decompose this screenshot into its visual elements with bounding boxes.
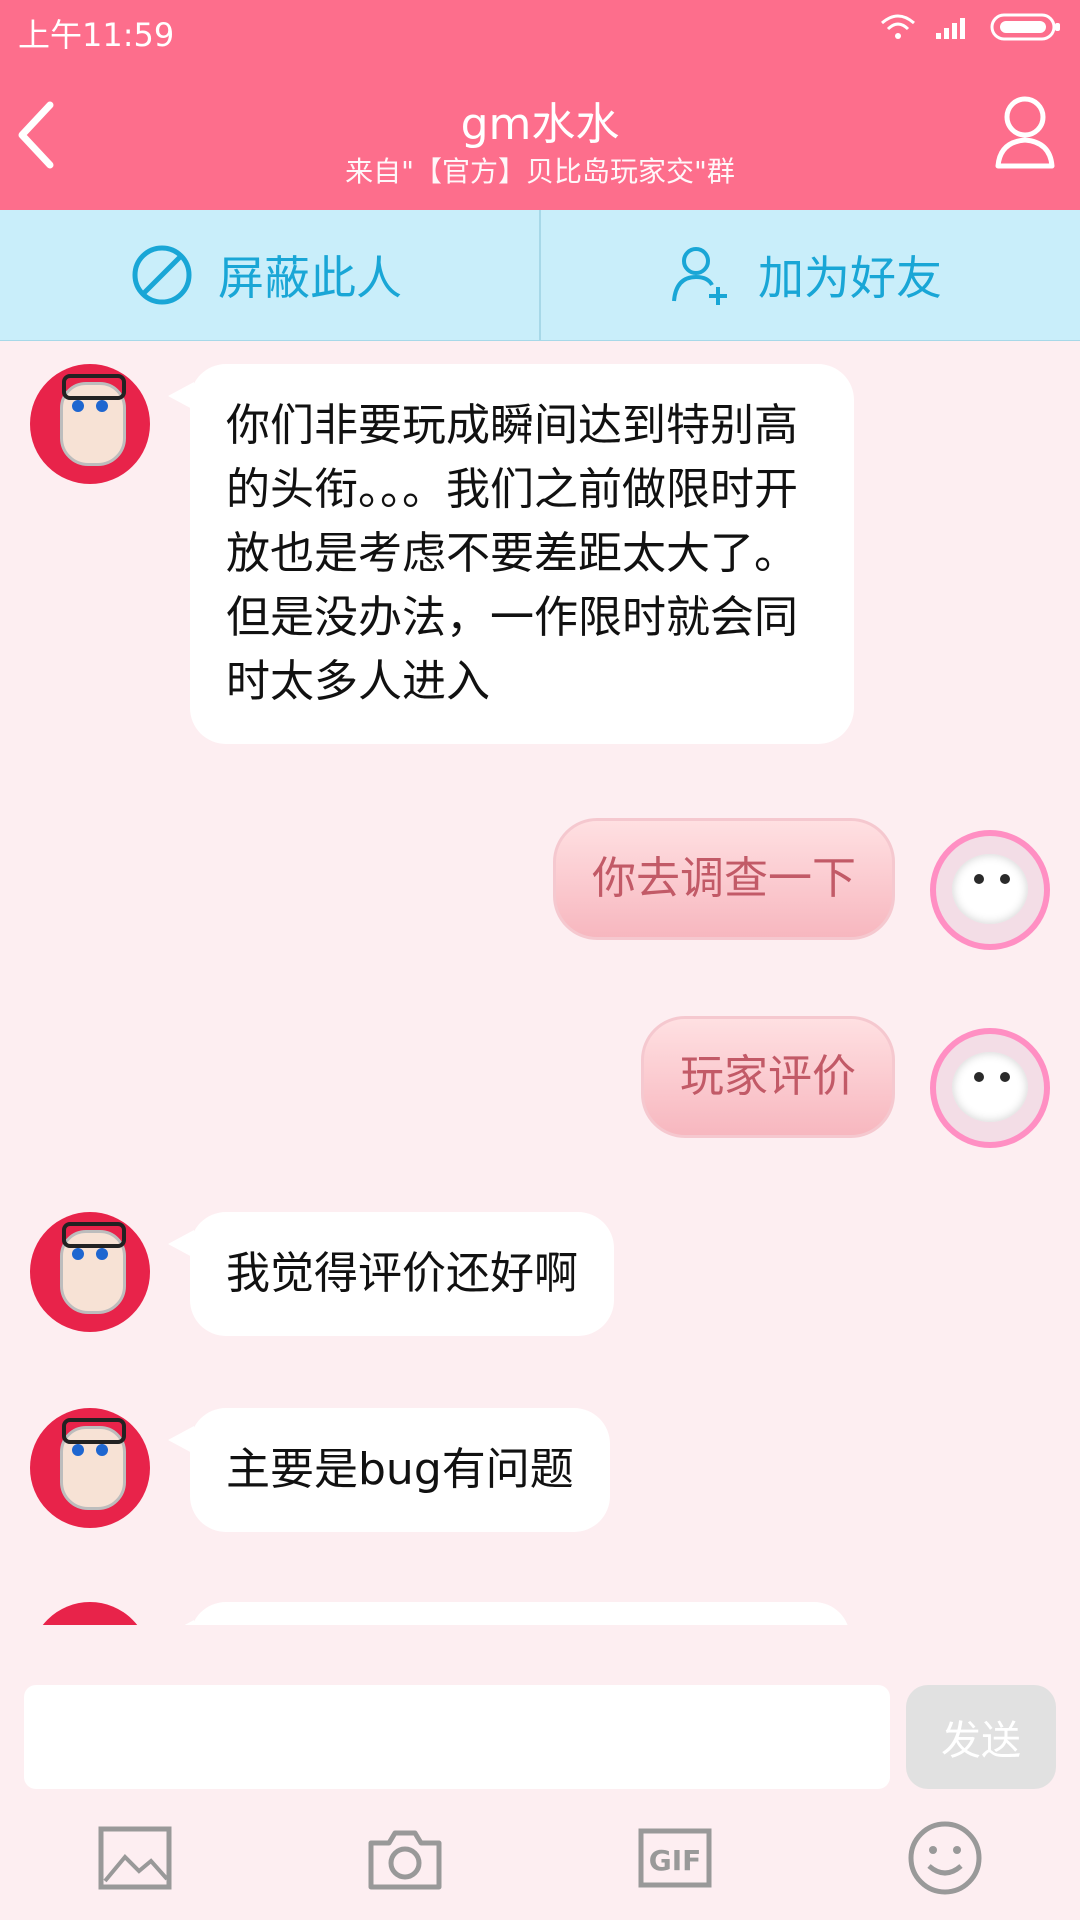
gif-label: GIF <box>649 1844 702 1877</box>
block-user-label: 屏蔽此人 <box>218 251 402 305</box>
avatar[interactable] <box>30 364 150 484</box>
message-bubble[interactable]: 你们非要玩成瞬间达到特别高的头衔。。。我们之前做限时开放也是考虑不要差距太大了。… <box>168 364 854 744</box>
add-friend-icon <box>672 247 727 305</box>
message-bubble[interactable]: 玩家评价 <box>641 1016 895 1138</box>
battery-icon <box>990 13 1060 41</box>
message-bubble[interactable]: 我觉得评价还好啊 <box>168 1212 614 1336</box>
avatar[interactable] <box>930 1028 1050 1148</box>
status-bar: 上午11:59 <box>0 0 1080 60</box>
message-bubble[interactable]: 主要是bug有问题 <box>168 1408 610 1532</box>
action-bar: 屏蔽此人 加为好友 <box>0 210 1080 341</box>
message-bubble[interactable] <box>168 1602 850 1625</box>
chat-title: gm水水 <box>460 99 620 150</box>
emoji-button[interactable] <box>900 1813 990 1903</box>
chat-area[interactable]: 你们非要玩成瞬间达到特别高的头衔。。。我们之前做限时开放也是考虑不要差距太大了。… <box>0 340 1080 1625</box>
image-button[interactable] <box>90 1813 180 1903</box>
status-time: 上午11:59 <box>18 16 175 54</box>
block-user-button[interactable]: 屏蔽此人 <box>130 210 402 340</box>
wifi-icon <box>881 14 915 39</box>
add-friend-label: 加为好友 <box>758 251 942 305</box>
avatar[interactable] <box>930 830 1050 950</box>
message-input[interactable] <box>24 1685 890 1789</box>
chat-header: gm水水 来自"【官方】贝比岛玩家交"群 <box>0 60 1080 210</box>
camera-button[interactable] <box>360 1813 450 1903</box>
camera-icon <box>368 1830 442 1889</box>
input-bar: 发送 <box>0 1625 1080 1795</box>
message-bubble[interactable]: 你去调查一下 <box>553 818 895 940</box>
avatar[interactable] <box>30 1408 150 1528</box>
profile-icon[interactable] <box>990 92 1060 172</box>
image-icon <box>98 1826 172 1889</box>
avatar[interactable] <box>30 1212 150 1332</box>
status-icons <box>880 12 1062 42</box>
bottom-toolbar: GIF <box>0 1795 1080 1920</box>
chat-subtitle: 来自"【官方】贝比岛玩家交"群 <box>345 155 735 188</box>
gif-icon: GIF <box>638 1828 712 1887</box>
signal-icon <box>936 18 965 39</box>
emoji-icon <box>908 1821 982 1894</box>
avatar[interactable] <box>30 1602 150 1625</box>
send-button[interactable]: 发送 <box>906 1685 1056 1789</box>
action-divider <box>539 210 541 340</box>
block-icon <box>132 245 192 305</box>
add-friend-button[interactable]: 加为好友 <box>670 210 942 340</box>
gif-button[interactable]: GIF <box>630 1813 720 1903</box>
